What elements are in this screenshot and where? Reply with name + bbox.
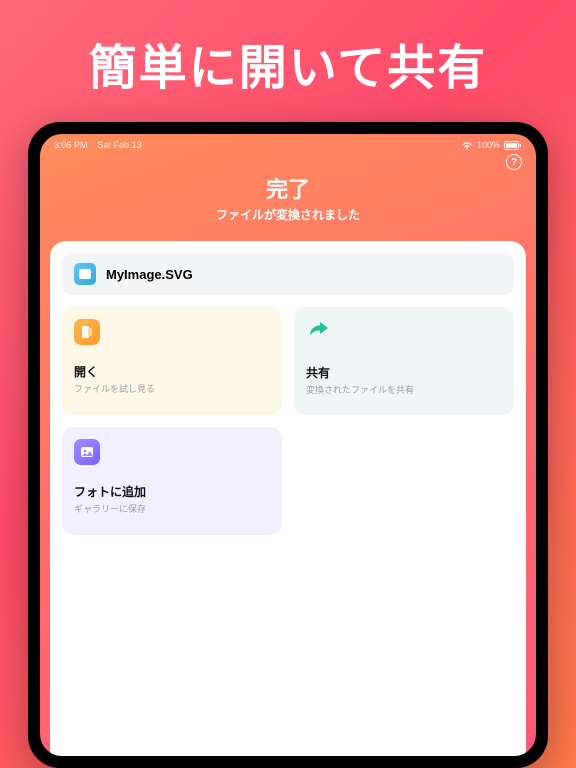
photos-title: フォトに追加 — [74, 483, 270, 500]
share-title: 共有 — [306, 364, 502, 381]
page-title: 完了 — [40, 172, 536, 204]
open-icon — [74, 319, 100, 345]
page-subtitle: ファイルが変換されました — [40, 206, 536, 223]
status-date: Sat Feb 13 — [98, 140, 142, 150]
device-frame: 3:06 PM Sat Feb 13 100% ? 完了 ファイルが変換されまし… — [28, 122, 548, 768]
open-title: 開く — [74, 363, 270, 380]
status-right: 100% — [461, 140, 522, 150]
device-screen: 3:06 PM Sat Feb 13 100% ? 完了 ファイルが変換されまし… — [40, 134, 536, 756]
header-block: 完了 ファイルが変換されました — [40, 172, 536, 223]
photos-card[interactable]: フォトに追加 ギャラリーに保存 — [62, 427, 282, 535]
status-left: 3:06 PM Sat Feb 13 — [54, 140, 142, 150]
action-cards-row-2: フォトに追加 ギャラリーに保存 — [62, 427, 514, 535]
battery-percent: 100% — [477, 140, 500, 150]
empty-slot — [294, 427, 514, 535]
open-card[interactable]: 開く ファイルを試し見る — [62, 307, 282, 415]
file-name: MyImage.SVG — [106, 267, 193, 282]
share-card[interactable]: 共有 変換されたファイルを共有 — [294, 307, 514, 415]
status-bar: 3:06 PM Sat Feb 13 100% — [40, 134, 536, 150]
status-time: 3:06 PM — [54, 140, 88, 150]
help-row: ? — [40, 150, 536, 170]
help-button[interactable]: ? — [506, 154, 522, 170]
content-sheet: MyImage.SVG 開く ファイルを試し見る 共有 変換されたファイルを共有 — [50, 241, 526, 756]
open-subtitle: ファイルを試し見る — [74, 382, 270, 395]
image-file-icon — [74, 263, 96, 285]
wifi-icon — [461, 141, 473, 150]
share-subtitle: 変換されたファイルを共有 — [306, 383, 502, 396]
promo-headline: 簡単に開いて共有 — [0, 28, 576, 98]
photos-icon — [74, 439, 100, 465]
sheet-spacer — [62, 547, 514, 744]
action-cards-row-1: 開く ファイルを試し見る 共有 変換されたファイルを共有 — [62, 307, 514, 415]
file-row[interactable]: MyImage.SVG — [62, 253, 514, 295]
photos-subtitle: ギャラリーに保存 — [74, 502, 270, 515]
battery-icon — [504, 141, 522, 150]
share-icon — [306, 319, 502, 346]
